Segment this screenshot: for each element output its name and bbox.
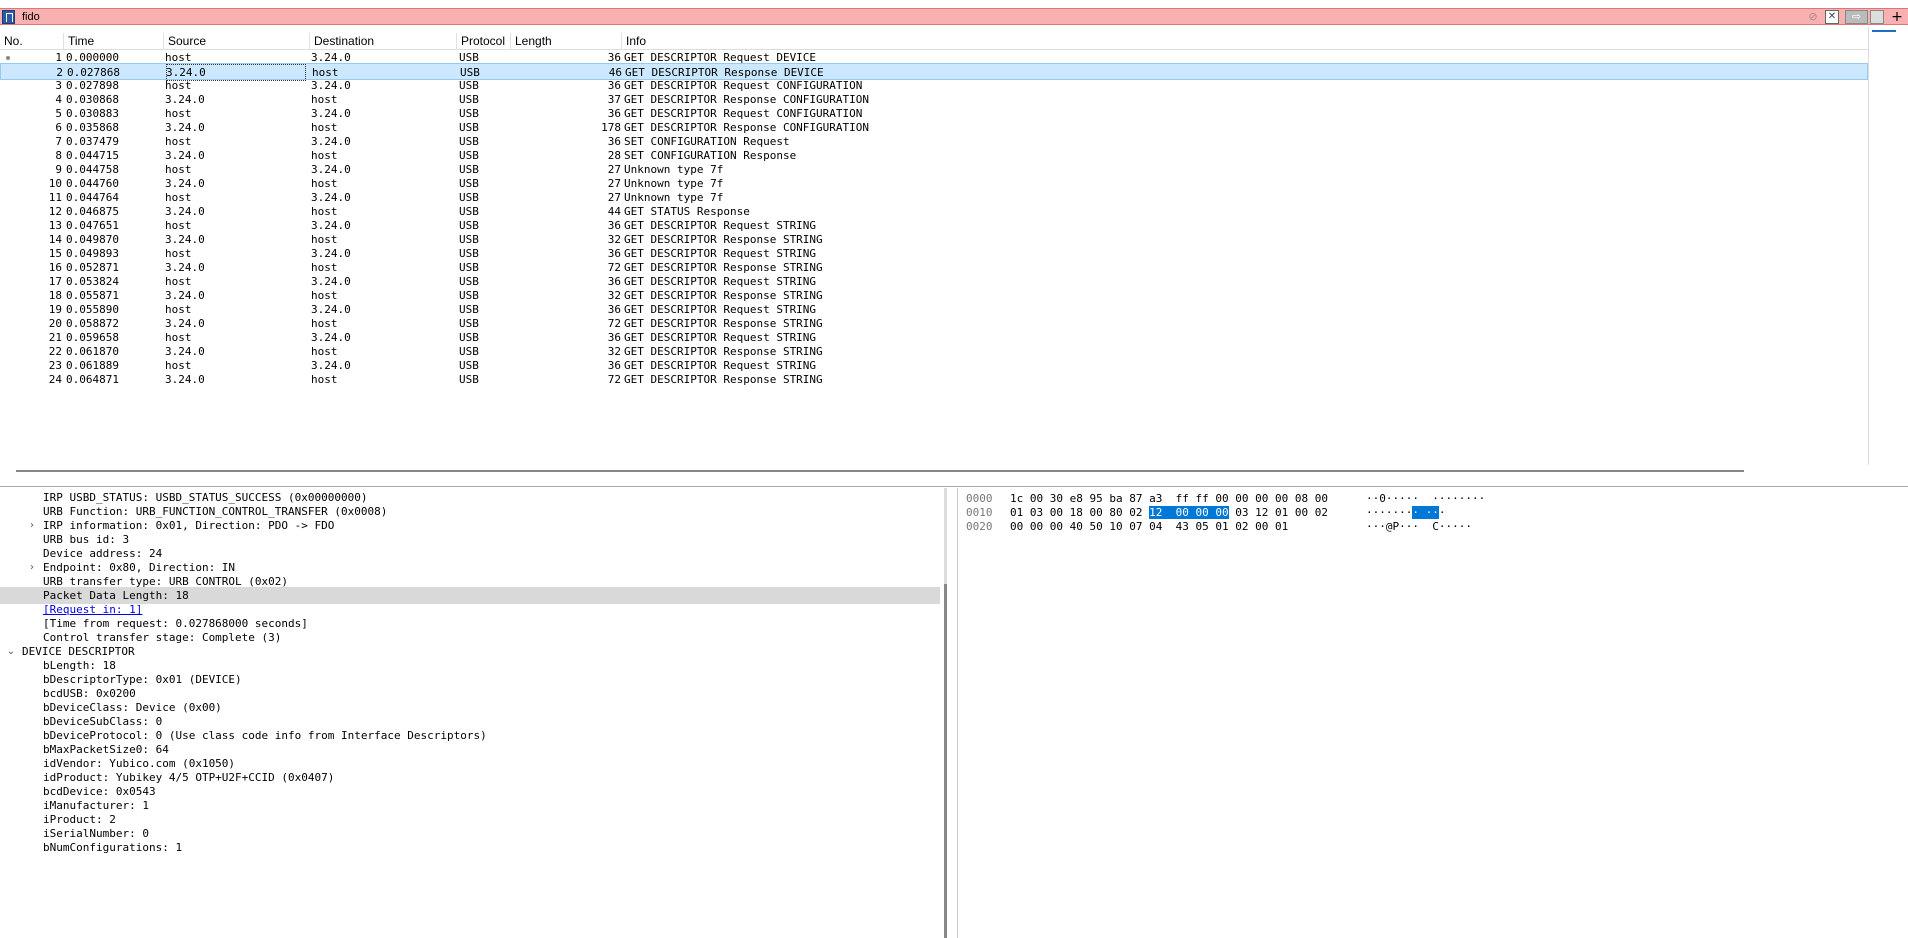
packet-time: 0.064871	[66, 373, 119, 386]
packet-list: No. Time Source Destination Protocol Len…	[0, 33, 1868, 465]
hex-byte[interactable]: 12	[1149, 506, 1163, 519]
hex-byte[interactable]: 12	[1255, 506, 1268, 519]
hex-byte[interactable]: 00	[1030, 520, 1043, 533]
hex-byte[interactable]: 08	[1295, 492, 1308, 505]
column-header-time[interactable]: Time	[64, 33, 164, 50]
hex-bytes[interactable]: 1c 00 30 e8 95 ba 87 a3 ff ff 00 00 00 0…	[1010, 491, 1328, 506]
packet-list-horizontal-scrollbar[interactable]	[16, 470, 1744, 472]
hex-offset: 0000	[966, 492, 993, 505]
column-header-destination[interactable]: Destination	[310, 33, 457, 50]
pane-splitter[interactable]	[0, 486, 1908, 487]
hex-byte[interactable]: 00	[1255, 492, 1268, 505]
hex-byte[interactable]: 04	[1149, 520, 1162, 533]
clear-icon[interactable]: ⊘	[1806, 10, 1820, 24]
hex-byte[interactable]: 00	[1315, 492, 1328, 505]
plus-icon[interactable]: +	[1889, 9, 1905, 25]
details-scroll-track[interactable]	[944, 488, 947, 584]
hex-byte[interactable]: 43	[1176, 520, 1189, 533]
packet-info: GET DESCRIPTOR Response STRING	[624, 373, 823, 386]
packet-destination: host	[311, 373, 338, 386]
hex-offset: 0010	[966, 506, 993, 519]
hex-byte[interactable]: 00	[1215, 492, 1228, 505]
hex-bytes[interactable]: 01 03 00 18 00 80 02 12 00 00 00 03 12 0…	[1010, 505, 1328, 520]
display-filter-input[interactable]: fido	[22, 10, 40, 24]
packet-row[interactable]: 24 0.064871 3.24.0 host USB 72 GET DESCRIPTOR …	[0, 371, 1868, 388]
packet-length: 72	[607, 373, 621, 386]
hex-byte[interactable]: 00	[1215, 506, 1229, 519]
hex-byte[interactable]: 00	[1175, 506, 1189, 519]
packet-details-tree: IRP USBD_STATUS: USBD_STATUS_SUCCESS (0x…	[0, 488, 946, 938]
hex-byte[interactable]: 02	[1315, 506, 1328, 519]
bookmark-icon[interactable]	[2, 10, 15, 24]
scroll-position-marker	[1872, 30, 1896, 32]
packet-list-scrollbar[interactable]	[1868, 27, 1900, 465]
column-header-protocol[interactable]: Protocol	[457, 33, 511, 50]
hex-byte[interactable]: ff	[1196, 492, 1209, 505]
hex-byte[interactable]: 03	[1030, 506, 1043, 519]
hex-byte[interactable]: ba	[1109, 492, 1122, 505]
hex-offset: 0020	[966, 520, 993, 533]
hex-byte[interactable]: 18	[1070, 506, 1083, 519]
hex-byte[interactable]: 1c	[1010, 492, 1023, 505]
hex-bytes[interactable]: 00 00 00 40 50 10 07 04 43 05 01 02 00 0…	[1010, 519, 1288, 534]
hex-byte[interactable]: 50	[1090, 520, 1103, 533]
hex-byte[interactable]: e8	[1070, 492, 1083, 505]
hex-byte[interactable]: 00	[1275, 492, 1288, 505]
hex-byte[interactable]: 00	[1235, 492, 1248, 505]
hex-byte[interactable]: 02	[1235, 520, 1248, 533]
packet-protocol: USB	[459, 373, 479, 386]
hex-byte[interactable]: 00	[1195, 506, 1209, 519]
packet-list-header: No. Time Source Destination Protocol Len…	[0, 33, 1868, 50]
packet-bytes-pane: 0000 1c 00 30 e8 95 ba 87 a3 ff ff 00 00 …	[958, 488, 1908, 938]
hex-byte[interactable]: 00	[1050, 520, 1063, 533]
display-filter-bar: fido ⊘ ✕ ⇨ +	[0, 8, 1908, 25]
hex-byte[interactable]: 00	[1255, 520, 1268, 533]
hex-byte[interactable]: a3	[1149, 492, 1162, 505]
hex-byte[interactable]: 03	[1235, 506, 1248, 519]
hex-ascii[interactable]: ········ ···	[1366, 505, 1445, 520]
hex-byte[interactable]: 00	[1030, 492, 1043, 505]
detail-text: bNumConfigurations: 1	[43, 841, 183, 854]
hex-byte[interactable]: 87	[1129, 492, 1142, 505]
hex-byte[interactable]: 01	[1275, 520, 1288, 533]
hex-byte[interactable]: 30	[1050, 492, 1063, 505]
packet-source: 3.24.0	[165, 373, 205, 386]
column-header-source[interactable]: Source	[164, 33, 310, 50]
packet-no: 24	[48, 373, 62, 386]
hex-byte[interactable]: 40	[1070, 520, 1083, 533]
hex-byte[interactable]: 00	[1050, 506, 1063, 519]
details-scrollbar[interactable]	[944, 584, 947, 938]
hex-byte[interactable]: 00	[1010, 520, 1023, 533]
hex-byte[interactable]: 00	[1295, 506, 1308, 519]
detail-tree-item[interactable]: bNumConfigurations: 1	[0, 839, 940, 856]
hex-byte[interactable]: 02	[1129, 506, 1142, 519]
column-header-info[interactable]: Info	[622, 33, 1868, 50]
hex-byte[interactable]: 95	[1090, 492, 1103, 505]
hex-byte[interactable]: ff	[1176, 492, 1189, 505]
close-icon[interactable]: ✕	[1825, 10, 1839, 24]
hex-byte[interactable]: 07	[1129, 520, 1142, 533]
hex-ascii[interactable]: ···@P··· C·····	[1366, 519, 1472, 534]
hex-byte[interactable]: 05	[1196, 520, 1209, 533]
column-header-length[interactable]: Length	[511, 33, 622, 50]
dropdown-icon[interactable]	[1870, 10, 1884, 24]
hex-byte[interactable]: 80	[1109, 506, 1122, 519]
hex-byte[interactable]: 00	[1090, 506, 1103, 519]
column-header-no[interactable]: No.	[0, 33, 64, 50]
hex-byte[interactable]: 01	[1215, 520, 1228, 533]
hex-byte[interactable]: 01	[1275, 506, 1288, 519]
hex-ascii[interactable]: ··0····· ········	[1366, 491, 1485, 506]
hex-byte[interactable]: 01	[1010, 506, 1023, 519]
hex-byte[interactable]: 10	[1109, 520, 1122, 533]
apply-arrow-icon[interactable]: ⇨	[1845, 10, 1868, 24]
